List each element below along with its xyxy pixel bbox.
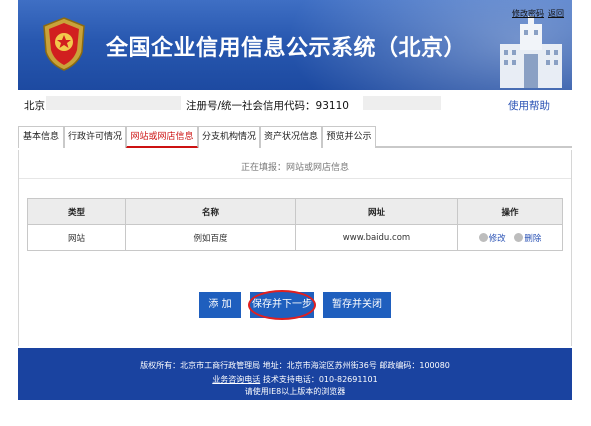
top-links: 修改密码 返回 bbox=[508, 8, 564, 19]
police-emblem-icon bbox=[43, 17, 85, 71]
cell-type: 网站 bbox=[27, 224, 126, 251]
col-action-header: 操作 bbox=[457, 198, 563, 225]
building-icon bbox=[500, 16, 562, 88]
cell-name: 例如百度 bbox=[125, 224, 296, 251]
tab-asset-info[interactable]: 资产状况信息 bbox=[260, 126, 322, 148]
redacted-registration-code bbox=[363, 96, 441, 110]
tab-website-info[interactable]: 网站或网店信息 bbox=[126, 126, 198, 148]
add-button[interactable]: 添 加 bbox=[199, 292, 241, 318]
col-url-header: 网址 bbox=[295, 198, 458, 225]
change-password-link[interactable]: 修改密码 bbox=[512, 9, 544, 18]
edit-icon bbox=[478, 232, 488, 242]
delete-button[interactable]: 删除 bbox=[514, 232, 541, 244]
tab-basic-info[interactable]: 基本信息 bbox=[18, 126, 64, 148]
cell-actions: 修改 删除 bbox=[457, 224, 563, 251]
registration-label: 注册号/统一社会信用代码：93110 bbox=[186, 100, 349, 112]
consult-phone-link[interactable]: 业务咨询电话 bbox=[212, 375, 260, 384]
redacted-company-name bbox=[46, 96, 181, 110]
content-panel: 正在填报：网站或网店信息 类型 名称 网址 操作 网站 例如百度 www.bai… bbox=[18, 150, 572, 346]
info-bar: 北京 注册号/统一社会信用代码：93110 使用帮助 bbox=[18, 94, 572, 116]
table-row: 网站 例如百度 www.baidu.com 修改 删除 bbox=[27, 224, 563, 251]
footer: 版权所有：北京市工商行政管理局 地址：北京市海淀区苏州街36号 邮政编码：100… bbox=[18, 348, 572, 400]
tab-bar: 基本信息 行政许可情况 网站或网店信息 分支机构情况 资产状况信息 预览并公示 bbox=[18, 122, 572, 148]
save-next-button[interactable]: 保存并下一步 bbox=[250, 292, 314, 318]
cell-url: www.baidu.com bbox=[295, 224, 458, 251]
col-name-header: 名称 bbox=[125, 198, 296, 225]
tab-branch-info[interactable]: 分支机构情况 bbox=[198, 126, 260, 148]
footer-browser-note: 请使用IE8以上版本的浏览器 bbox=[244, 387, 346, 396]
site-title: 全国企业信用信息公示系统（北京） bbox=[106, 36, 467, 61]
table-header-row: 类型 名称 网址 操作 bbox=[27, 198, 563, 225]
header-banner: 全国企业信用信息公示系统（北京） 修改密码 返回 bbox=[18, 0, 572, 90]
city-label: 北京 bbox=[24, 100, 45, 112]
edit-button[interactable]: 修改 bbox=[478, 232, 506, 244]
current-location: 正在填报：网站或网店信息 bbox=[240, 163, 349, 173]
website-table: 类型 名称 网址 操作 网站 例如百度 www.baidu.com 修改 删除 bbox=[27, 198, 563, 251]
footer-copyright: 版权所有：北京市工商行政管理局 地址：北京市海淀区苏州街36号 邮政编码：100… bbox=[140, 361, 450, 370]
back-link[interactable]: 返回 bbox=[548, 9, 564, 18]
footer-contact: 业务咨询电话 技术支持电话：010-82691101 bbox=[18, 374, 572, 385]
delete-icon bbox=[514, 232, 524, 242]
help-link[interactable]: 使用帮助 bbox=[508, 98, 550, 113]
tab-preview-publish[interactable]: 预览并公示 bbox=[322, 126, 376, 148]
support-phone: 技术支持电话：010-82691101 bbox=[260, 375, 378, 384]
col-type-header: 类型 bbox=[27, 198, 126, 225]
save-close-button[interactable]: 暂存并关闭 bbox=[323, 292, 391, 318]
tab-admin-license[interactable]: 行政许可情况 bbox=[64, 126, 126, 148]
